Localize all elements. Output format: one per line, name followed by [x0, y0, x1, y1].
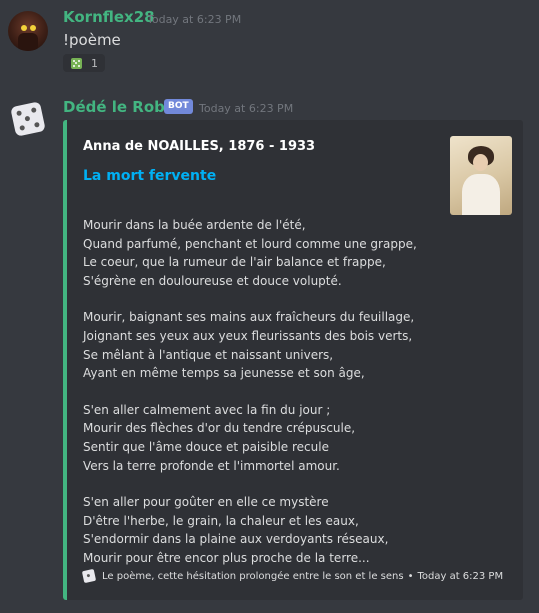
poem-line: Mourir des flèches d'or du tendre crépus… — [83, 421, 356, 436]
embed-title-link[interactable]: La mort fervente — [83, 168, 216, 184]
game-die-icon — [71, 57, 82, 69]
embed-footer: Le poème, cette hésitation prolongée ent… — [81, 568, 504, 584]
poem-stanza: Mourir, baignant ses mains aux fraîcheur… — [83, 308, 443, 382]
user-avatar[interactable] — [8, 11, 48, 51]
poem-line: Joignant ses yeux aux yeux fleurissants … — [83, 328, 413, 343]
bot-badge: BOT — [164, 99, 193, 114]
footer-separator: • — [407, 570, 414, 582]
poem-line: Se mêlant à l'antique et naissant univer… — [83, 347, 334, 362]
poem-line: S'en aller pour goûter en elle ce mystèr… — [83, 495, 329, 510]
message-timestamp: Today at 6:23 PM — [199, 102, 294, 115]
username[interactable]: Kornflex28 — [63, 8, 155, 26]
message-content: !poème — [63, 31, 121, 49]
poem-line: D'être l'herbe, le grain, la chaleur et … — [83, 513, 359, 528]
poem-line: Mourir pour être encor plus proche de la… — [83, 550, 370, 565]
avatar-eye — [21, 25, 27, 31]
footer-text: Le poème, cette hésitation prolongée ent… — [102, 570, 404, 582]
poem-embed: Anna de NOAILLES, 1876 - 1933 La mort fe… — [63, 120, 523, 600]
footer-timestamp: Today at 6:23 PM — [417, 570, 504, 582]
reaction-button[interactable]: 1 — [63, 54, 105, 72]
poem-stanza: Mourir dans la buée ardente de l'été, Qua… — [83, 216, 443, 290]
poem-stanza: S'en aller calmement avec la fin du jour… — [83, 401, 443, 475]
poem-line: Sentir que l'âme douce et paisible recul… — [83, 439, 329, 454]
embed-author: Anna de NOAILLES, 1876 - 1933 — [83, 139, 316, 154]
author-portrait-thumbnail[interactable] — [450, 136, 512, 215]
poem-line: Quand parfumé, penchant et lourd comme u… — [83, 236, 417, 251]
poem-line: S'égrène en douloureuse et douce volupté… — [83, 273, 342, 288]
poem-line: Vers la terre profonde et l'immortel amo… — [83, 458, 340, 473]
bot-avatar-die-icon[interactable] — [10, 101, 46, 137]
avatar-figure — [18, 33, 38, 51]
reaction-count: 1 — [91, 56, 98, 70]
poem-body: Mourir dans la buée ardente de l'été, Qua… — [83, 216, 443, 586]
poem-line: Mourir dans la buée ardente de l'été, — [83, 218, 306, 232]
poem-line: S'en aller calmement avec la fin du jour… — [83, 402, 331, 417]
avatar-eye — [30, 25, 36, 31]
die-icon — [81, 568, 97, 584]
poem-stanza: S'en aller pour goûter en elle ce mystèr… — [83, 493, 443, 567]
poem-line: Ayant en même temps sa jeunesse et son â… — [83, 366, 365, 381]
poem-line: Mourir, baignant ses mains aux fraîcheur… — [83, 310, 415, 325]
poem-line: S'endormir dans la plaine aux verdoyants… — [83, 532, 389, 547]
poem-line: Le coeur, que la rumeur de l'air balance… — [83, 255, 386, 270]
message-timestamp: Today at 6:23 PM — [147, 13, 242, 26]
